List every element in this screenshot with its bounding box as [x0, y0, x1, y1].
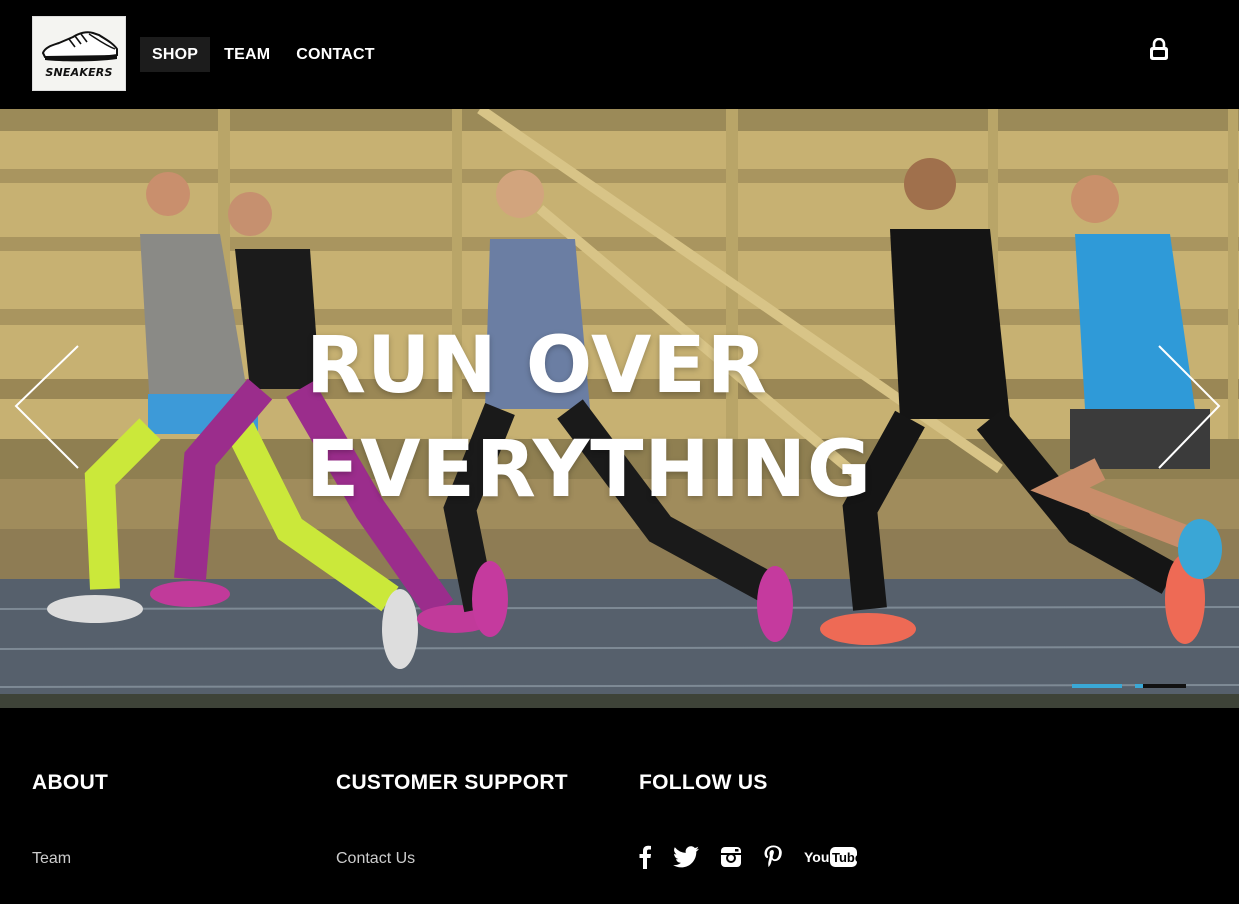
- nav-shop[interactable]: SHOP: [140, 37, 211, 72]
- social-links: You Tube: [638, 844, 879, 870]
- facebook-icon[interactable]: [638, 844, 652, 870]
- hero-title: RUN OVER EVERYTHING: [306, 314, 872, 522]
- sneaker-icon: [41, 31, 118, 62]
- site-header: SNEAKERS SHOP TEAM CONTACT: [0, 0, 1239, 109]
- hero-slider: RUN OVER EVERYTHING: [0, 109, 1239, 708]
- prev-slide-arrow-icon[interactable]: [12, 342, 82, 472]
- next-slide-arrow-icon[interactable]: [1155, 342, 1225, 472]
- about-heading: ABOUT: [32, 771, 109, 794]
- contact-us-link[interactable]: Contact Us: [336, 850, 415, 868]
- hero-title-line-1: RUN OVER: [306, 321, 768, 411]
- svg-text:Tube: Tube: [832, 850, 858, 865]
- shopping-bag-icon[interactable]: [1148, 37, 1170, 62]
- logo-text: SNEAKERS: [45, 66, 113, 79]
- hero-title-line-2: EVERYTHING: [306, 425, 873, 515]
- instagram-icon[interactable]: [720, 844, 742, 870]
- pinterest-icon[interactable]: [763, 844, 783, 870]
- support-heading: CUSTOMER SUPPORT: [336, 771, 568, 794]
- slide-indicator: [1072, 684, 1186, 688]
- svg-text:You: You: [804, 849, 829, 865]
- nav-team[interactable]: TEAM: [212, 37, 282, 72]
- slide-dot-2[interactable]: [1135, 684, 1143, 688]
- team-link[interactable]: Team: [32, 850, 71, 868]
- youtube-icon[interactable]: You Tube: [804, 844, 858, 870]
- main-nav: SHOP TEAM CONTACT: [140, 37, 389, 72]
- slide-dot-1[interactable]: [1072, 684, 1122, 688]
- twitter-icon[interactable]: [673, 844, 699, 870]
- nav-contact[interactable]: CONTACT: [284, 37, 386, 72]
- sneakers-logo[interactable]: SNEAKERS: [32, 16, 126, 91]
- site-footer: ABOUT Team CUSTOMER SUPPORT Contact Us F…: [0, 708, 1239, 904]
- follow-heading: FOLLOW US: [639, 771, 768, 794]
